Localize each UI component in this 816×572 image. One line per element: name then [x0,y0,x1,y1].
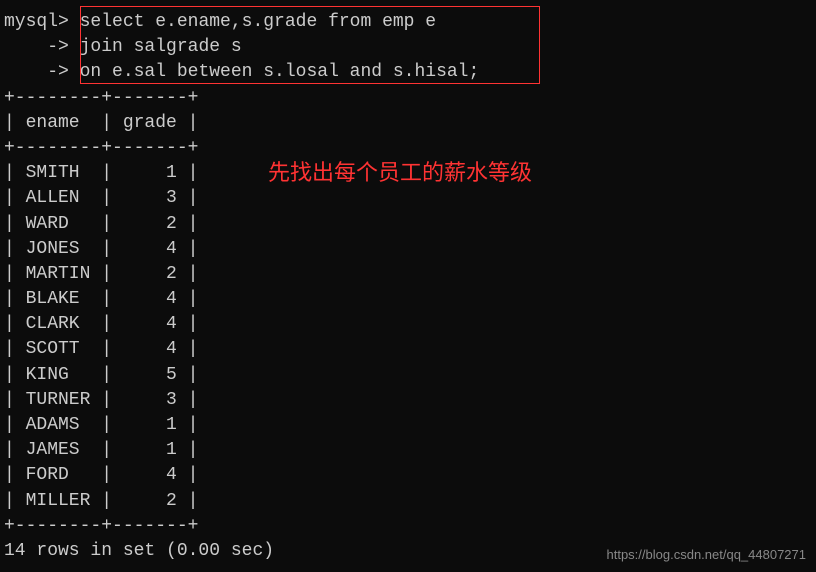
table-header: | ename | grade | [4,111,812,136]
cont-prompt: -> [4,37,69,57]
table-row: | JAMES | 1 | [4,438,812,463]
table-row: | BLAKE | 4 | [4,287,812,312]
mysql-prompt: mysql> [4,12,69,32]
sql-prompt-line-3: -> on e.sal between s.losal and s.hisal; [4,60,812,85]
table-row: | FORD | 4 | [4,463,812,488]
sql-prompt-line-1: mysql> select e.ename,s.grade from emp e [4,10,812,35]
watermark: https://blog.csdn.net/qq_44807271 [607,546,807,564]
table-row: | SCOTT | 4 | [4,337,812,362]
sql-prompt-line-2: -> join salgrade s [4,35,812,60]
table-row: | TURNER | 3 | [4,388,812,413]
table-row: | ADAMS | 1 | [4,413,812,438]
table-row: | MILLER | 2 | [4,489,812,514]
table-row: | MARTIN | 2 | [4,262,812,287]
table-body: | SMITH | 1 || ALLEN | 3 || WARD | 2 || … [4,161,812,514]
sql-line-3: on e.sal between s.losal and s.hisal; [80,62,480,82]
cont-prompt: -> [4,62,69,82]
table-border-bottom: +--------+-------+ [4,514,812,539]
table-row: | JONES | 4 | [4,237,812,262]
table-row: | KING | 5 | [4,363,812,388]
sql-line-1: select e.ename,s.grade from emp e [80,12,436,32]
table-row: | CLARK | 4 | [4,312,812,337]
table-row: | WARD | 2 | [4,212,812,237]
sql-line-2: join salgrade s [80,37,242,57]
table-border-top: +--------+-------+ [4,86,812,111]
annotation-text: 先找出每个员工的薪水等级 [268,158,532,189]
table-row: | ALLEN | 3 | [4,186,812,211]
